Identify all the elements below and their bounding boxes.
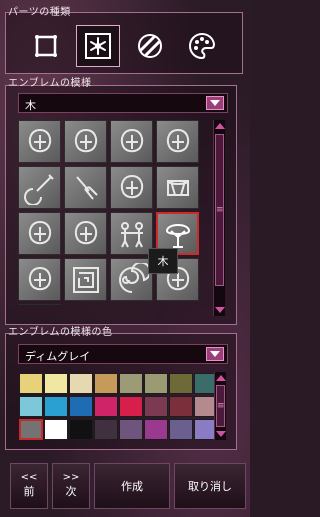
maze-icon [72, 266, 99, 293]
emblem-tile[interactable] [18, 212, 61, 255]
swirl-pattern-icon [138, 34, 162, 58]
color-swatch[interactable] [69, 396, 93, 417]
children-icon [120, 221, 143, 247]
emblem-pattern-title: エンブレムの模様 [8, 78, 92, 89]
color-swatch[interactable] [144, 373, 168, 394]
palette-icon [189, 32, 216, 60]
scroll-thumb[interactable] [215, 134, 224, 286]
chef-hat-icon [74, 128, 97, 152]
color-swatch[interactable] [69, 419, 93, 440]
emblem-tile[interactable] [110, 212, 153, 255]
emblem-tile[interactable] [110, 258, 153, 301]
onion-icon [166, 128, 189, 152]
color-scrollbar[interactable] [214, 372, 226, 440]
next-arrows: >> [62, 472, 80, 483]
emblem-grid [18, 120, 208, 305]
color-swatch[interactable] [169, 396, 193, 417]
hands-heart-icon [28, 220, 51, 244]
emblem-tile[interactable] [110, 120, 153, 163]
type-color-button[interactable] [180, 25, 224, 67]
color-swatch[interactable] [44, 419, 68, 440]
cancel-button[interactable]: 取り消し [174, 463, 246, 509]
lute-icon [23, 173, 54, 205]
emblem-tile[interactable] [64, 120, 107, 163]
scroll-down-icon[interactable] [216, 431, 226, 437]
next-label: 次 [65, 485, 77, 498]
color-swatch[interactable] [19, 396, 43, 417]
scroll-up-icon[interactable] [215, 123, 225, 129]
swirl-ornament-icon [28, 266, 51, 290]
color-swatch[interactable] [144, 396, 168, 417]
emblem-tooltip: 木 [148, 248, 178, 274]
prev-label: 前 [23, 485, 35, 498]
create-button[interactable]: 作成 [94, 463, 170, 509]
emblem-tile[interactable] [110, 166, 153, 209]
color-swatch[interactable] [69, 373, 93, 394]
scroll-up-icon[interactable] [216, 375, 226, 381]
color-swatch[interactable] [94, 396, 118, 417]
color-swatch[interactable] [169, 419, 193, 440]
emblem-tile[interactable] [64, 212, 107, 255]
color-swatch[interactable] [44, 373, 68, 394]
mirror-icon [120, 174, 143, 198]
color-swatch[interactable] [119, 419, 143, 440]
color-swatch[interactable] [169, 373, 193, 394]
armchair-icon [120, 128, 143, 152]
snowflake-emblem-icon [85, 33, 111, 59]
color-swatch-grid [19, 373, 218, 441]
emblem-pattern-value: 木 [25, 99, 36, 112]
leaf-emblem-icon [28, 128, 51, 152]
color-swatch[interactable] [19, 373, 43, 394]
emblem-tile[interactable] [18, 304, 61, 305]
emblem-tile[interactable] [18, 120, 61, 163]
tree-icon [165, 223, 190, 248]
color-swatch[interactable] [144, 419, 168, 440]
color-swatch[interactable] [44, 396, 68, 417]
emblem-tile[interactable] [156, 166, 199, 209]
scroll-thumb[interactable] [216, 385, 225, 427]
ammonite-icon [118, 262, 149, 293]
type-frame-button[interactable] [24, 25, 68, 67]
chevron-down-icon[interactable] [206, 96, 224, 110]
prev-button[interactable]: << 前 [10, 463, 48, 509]
square-frame-icon [35, 35, 57, 57]
emblem-tile[interactable] [18, 166, 61, 209]
emblem-color-dropdown[interactable]: ディムグレイ [18, 344, 228, 364]
drum-icon [166, 179, 189, 196]
parts-type-title: パーツの種類 [8, 7, 71, 18]
emblem-tile[interactable] [64, 258, 107, 301]
color-swatch[interactable] [119, 373, 143, 394]
emblem-color-value: ディムグレイ [25, 350, 91, 363]
color-swatch[interactable] [19, 419, 43, 440]
color-swatch[interactable] [119, 396, 143, 417]
emblem-color-title: エンブレムの模様の色 [8, 327, 113, 338]
emblem-pattern-dropdown[interactable]: 木 [18, 93, 228, 113]
type-pattern-button[interactable] [128, 25, 172, 67]
chevron-down-icon[interactable] [206, 347, 224, 361]
create-label: 作成 [121, 480, 143, 493]
emblem-scrollbar[interactable] [213, 120, 225, 316]
prev-arrows: << [20, 472, 38, 483]
emblem-tile[interactable] [18, 258, 61, 301]
color-swatch[interactable] [94, 373, 118, 394]
cancel-label: 取り消し [188, 480, 232, 493]
next-button[interactable]: >> 次 [52, 463, 90, 509]
color-swatch[interactable] [94, 419, 118, 440]
scroll-down-icon[interactable] [215, 307, 225, 313]
broom-icon [75, 175, 98, 200]
emblem-tile[interactable] [156, 120, 199, 163]
type-emblem-button[interactable] [76, 25, 120, 67]
emblem-tile[interactable] [64, 166, 107, 209]
witch-hat-icon [74, 220, 97, 244]
